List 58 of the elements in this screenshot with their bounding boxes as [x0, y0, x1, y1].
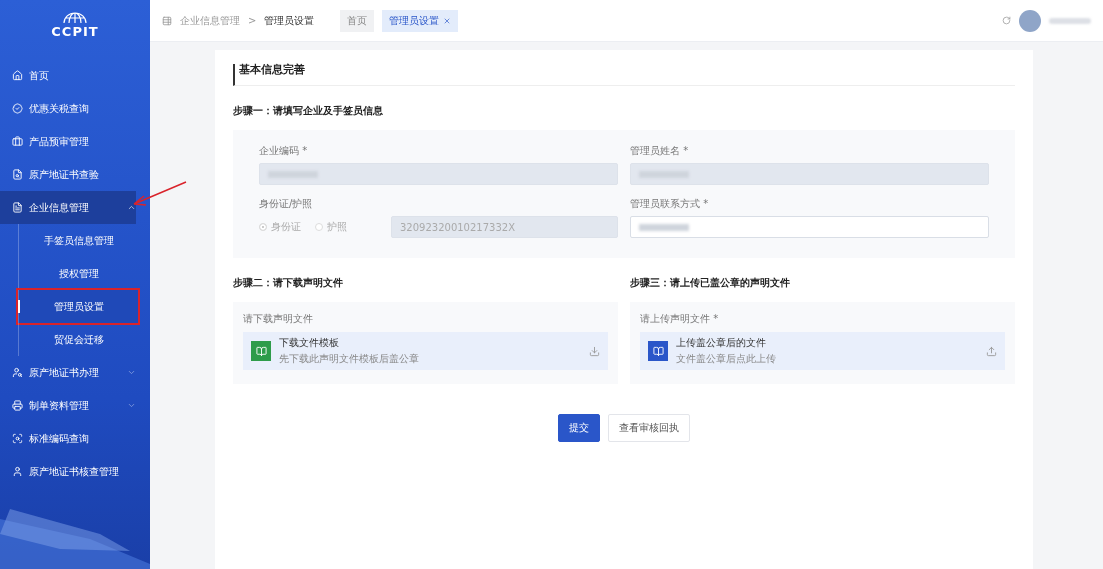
submenu-item[interactable]: 管理员设置: [18, 290, 138, 323]
menu-item[interactable]: 企业信息管理: [0, 191, 136, 224]
submenu-item[interactable]: 贸促会迁移: [18, 323, 138, 356]
menu-item[interactable]: 制单资料管理: [0, 389, 136, 422]
submenu-item[interactable]: 手签员信息管理: [18, 224, 138, 257]
close-icon[interactable]: [443, 16, 452, 25]
menu-item[interactable]: 首页: [0, 59, 136, 92]
step-title: 步骤三：请上传已盖公章的声明文件: [630, 276, 791, 290]
globe-logo-icon: [62, 12, 88, 24]
file-search-icon: [12, 169, 23, 180]
badge-icon: [12, 103, 23, 114]
breadcrumb-separator: >: [248, 15, 257, 26]
field-label: 请下载声明文件: [243, 312, 314, 326]
download-area[interactable]: 下载文件模板 先下载此声明文件模板后盖公章: [243, 332, 608, 370]
avatar-icon[interactable]: [1019, 9, 1041, 32]
blurred-username: [1049, 17, 1091, 24]
document-icon: [12, 202, 23, 213]
submit-button[interactable]: 提交: [558, 414, 600, 442]
secondary-button[interactable]: 查看审核回执: [608, 414, 690, 442]
field-label: 管理员姓名 *: [630, 144, 690, 158]
field-label: 管理员联系方式 *: [630, 197, 710, 211]
chevron-down-icon: [127, 368, 136, 377]
book-icon: [251, 341, 271, 361]
breadcrumb-item: 管理员设置: [264, 13, 315, 28]
menu-toggle-icon[interactable]: [162, 15, 172, 26]
menu-item[interactable]: 原产地证书查验: [0, 158, 136, 191]
file-hint: 先下载此声明文件模板后盖公章: [279, 352, 420, 366]
section-title: 基本信息完善: [233, 64, 1015, 86]
file-title: 下载文件模板: [279, 336, 340, 350]
user-icon: [12, 466, 23, 477]
menu-item[interactable]: 原产地证书办理: [0, 356, 136, 389]
printer-icon: [12, 400, 23, 411]
page-tab[interactable]: 管理员设置: [382, 9, 459, 32]
file-hint: 文件盖公章后点此上传: [676, 352, 777, 366]
upload-icon: [986, 345, 997, 357]
home-icon: [12, 70, 23, 81]
download-icon: [589, 345, 600, 357]
breadcrumb-item: 企业信息管理: [180, 13, 240, 28]
menu-item[interactable]: 标准编码查询: [0, 422, 136, 455]
user-icon: [12, 367, 23, 378]
field-label: 请上传声明文件 *: [640, 312, 720, 326]
chevron-down-icon: [127, 401, 136, 410]
menu-item[interactable]: 原产地证书核查管理: [0, 455, 136, 488]
logo-text: CCPIT: [51, 24, 99, 39]
file-title: 上传盖公章后的文件: [676, 336, 767, 350]
step-title: 步骤一：请填写企业及手签员信息: [233, 104, 384, 118]
step-title: 步骤二：请下载声明文件: [233, 276, 344, 290]
menu-item[interactable]: 产品预审管理: [0, 125, 136, 158]
field-label: 企业编码 *: [259, 144, 309, 158]
menu-item[interactable]: 优惠关税查询: [0, 92, 136, 125]
input-field[interactable]: [630, 216, 989, 238]
refresh-icon[interactable]: [1002, 16, 1011, 25]
briefcase-icon: [12, 136, 23, 147]
chevron-up-icon: [127, 203, 136, 212]
field-label: 身份证/护照: [259, 197, 314, 211]
book-icon: [648, 341, 668, 361]
upload-area[interactable]: 上传盖公章后的文件 文件盖公章后点此上传: [640, 332, 1005, 370]
scan-icon: [12, 433, 23, 444]
